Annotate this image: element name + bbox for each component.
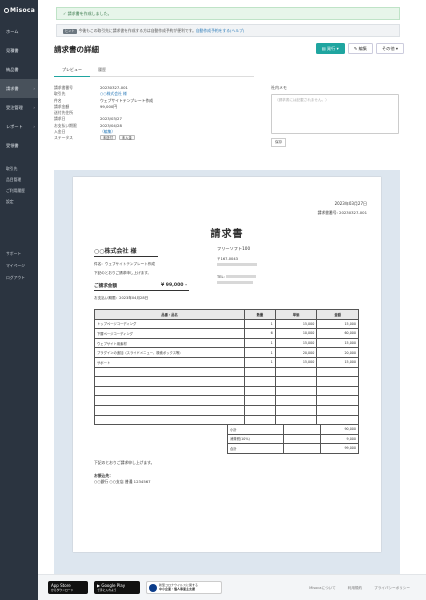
invoice-title: 請求書 [210, 229, 244, 240]
table-row: 下層ページコーディング 6 10,000 60,000 [93, 328, 359, 339]
status-unpaid[interactable]: 未入金 [118, 135, 135, 141]
tab-history[interactable]: 履歴 [90, 65, 114, 77]
sidebar-nav: ホーム 見積書 納品書 請求書 › 受注管理 › レポート › 受領書 [0, 22, 38, 155]
page-title: 請求書の詳細 [54, 45, 99, 54]
issuer-extra [217, 281, 253, 285]
issuer-name: フリーソフト100 [217, 246, 251, 251]
chevron-right-icon: › [33, 105, 35, 110]
sidebar-item-home[interactable]: ホーム [0, 22, 38, 41]
sidebar-bottom: サポート マイページ ログアウト [0, 248, 25, 284]
sidebar-item-logout[interactable]: ログアウト [0, 272, 25, 284]
customer-name: ○○株式会社 様 [94, 246, 158, 257]
support-icon [149, 584, 157, 592]
sidebar-item-invoices[interactable]: 請求書 › [0, 79, 38, 98]
table-row [93, 404, 359, 416]
footer-links: Misocaについて 利用規約 プライバシーポリシー [309, 586, 410, 591]
subtotal-row: 小計 90,000 [227, 424, 359, 435]
sidebar: Misoca ホーム 見積書 納品書 請求書 › 受注管理 › レポート › 受領書 … [0, 0, 38, 600]
footer-link-terms[interactable]: 利用規約 [348, 586, 362, 591]
greeting: 下記のとおりご請求申し上げます。 [94, 271, 152, 275]
redacted-text [217, 281, 253, 284]
issuer-postal: 〒167-0043 [217, 257, 238, 261]
tab-preview[interactable]: プレビュー [54, 65, 90, 77]
sidebar-item-clients[interactable]: 取引先 [0, 163, 38, 174]
sidebar-item-mypage[interactable]: マイページ [0, 260, 25, 272]
table-row: サポート 1 15,000 15,000 [93, 356, 359, 368]
total-amount: ¥ 99,000 - [160, 283, 187, 288]
chevron-right-icon: › [33, 86, 35, 91]
sidebar-item-settings[interactable]: 設定 [0, 196, 38, 207]
google-play-badge[interactable]: ▶ Google Play で手に入れよう [94, 581, 140, 594]
sidebar-item-receipts[interactable]: 受領書 [0, 136, 38, 155]
table-row [93, 385, 359, 397]
invoice-date: 2023年03月27日 [334, 201, 367, 206]
invoice-details: 請求書番号 20230327-001 取引先 ○○株式会社 様 件名 ウェブサイトテン… [54, 85, 254, 142]
sidebar-item-products[interactable]: 品目管理 [0, 174, 38, 185]
subject: 件名：ウェブサイトテンプレート作成 [94, 262, 155, 266]
hint-alert: ヒント 今後もこの取引先に請求書を作成する方は自動作成予約が便利です。自動作成予約… [56, 24, 400, 37]
app-store-badge[interactable]: App Store からダウンロード [48, 581, 88, 594]
table-row: トップページコーディング 1 15,000 15,000 [93, 318, 359, 330]
other-button[interactable]: その他 ▾ [375, 43, 404, 54]
footer-link-about[interactable]: Misocaについて [309, 586, 336, 591]
issue-button[interactable]: ▤ 発行 ▾ [315, 43, 345, 54]
app-logo[interactable]: Misoca [0, 0, 38, 22]
memo-textarea[interactable]: （請求書には記載されません。） [271, 94, 399, 134]
tax-row: 消費税(10%) 9,000 [227, 433, 359, 445]
footer-link-privacy[interactable]: プライバシーポリシー [374, 586, 410, 591]
bank-account: ○○銀行 ○○支店 普通 1234567 [94, 479, 151, 484]
redacted-text [217, 263, 257, 266]
totals-table: 小計 90,000 消費税(10%) 9,000 合計 99,000 [227, 424, 359, 454]
closing-text: 下記のとおりご請求申し上げます。 [94, 460, 155, 465]
table-row [93, 376, 359, 387]
sidebar-item-delivery[interactable]: 納品書 [0, 60, 38, 79]
tab-bar: プレビュー 履歴 [54, 65, 254, 77]
grand-total-row: 合計 99,000 [227, 443, 359, 454]
table-row [93, 366, 359, 378]
success-alert: ✓ 請求書を作成しました。 [56, 7, 400, 20]
status-unsent[interactable]: 未送付 [100, 135, 116, 141]
memo-save-button[interactable]: 保存 [271, 138, 287, 147]
issuer-tel: TEL: [217, 275, 256, 279]
table-row [93, 395, 359, 406]
table-header: 品番・品名 数量 単価 金額 [93, 309, 359, 320]
logo-icon [4, 8, 9, 13]
table-row: プラグインの追加（スライドメニュー、検索ボックス等） 1 20,000 20,000 [93, 347, 359, 358]
memo-label: 社内メモ [271, 85, 287, 90]
redacted-text [225, 275, 256, 278]
support-banner[interactable]: 新型コロナウイルスに関する 中小企業・個人事業主支援 [146, 581, 222, 594]
edit-button[interactable]: ✎ 編集 [347, 43, 373, 54]
sidebar-item-support[interactable]: サポート [0, 248, 25, 260]
detail-row: ステータス 未送付 未入金 [54, 135, 254, 141]
action-buttons: ▤ 発行 ▾ ✎ 編集 その他 ▾ [315, 43, 404, 54]
invoice-number: 請求書番号: 20230327-001 [317, 210, 367, 215]
invoice-preview: 2023年03月27日 請求書番号: 20230327-001 請求書 ○○株式… [54, 170, 400, 574]
sidebar-item-reports[interactable]: レポート › [0, 117, 38, 136]
line-items-table: 品番・品名 数量 単価 金額 トップページコーディング 1 15,000 15,000 下層… [93, 309, 359, 426]
invoice-paper: 2023年03月27日 請求書番号: 20230327-001 請求書 ○○株式… [73, 177, 381, 552]
issuer-address [217, 263, 257, 267]
auto-create-link[interactable]: 自動作成予約をする(ヘルプ) [196, 28, 245, 33]
sidebar-item-orders[interactable]: 受注管理 › [0, 98, 38, 117]
hint-text: 今後もこの取引先に請求書を作成する方は自動作成予約が便利です。 [78, 28, 196, 33]
due-date: お支払い期限：2023年04月28日 [94, 296, 149, 300]
sidebar-subnav: 取引先 品目管理 ご利用履歴 設定 [0, 163, 38, 207]
main-content: ✓ 請求書を作成しました。 ヒント 今後もこの取引先に請求書を作成する方は自動作成… [38, 0, 426, 574]
table-row: ウェブサイト用素材 1 15,000 15,000 [93, 337, 359, 349]
chevron-right-icon: › [33, 124, 35, 129]
sidebar-item-estimates[interactable]: 見積書 [0, 41, 38, 60]
total-box: ご請求金額 ¥ 99,000 - [94, 283, 189, 291]
sidebar-item-history[interactable]: ご利用履歴 [0, 185, 38, 196]
hint-badge: ヒント [63, 29, 77, 34]
